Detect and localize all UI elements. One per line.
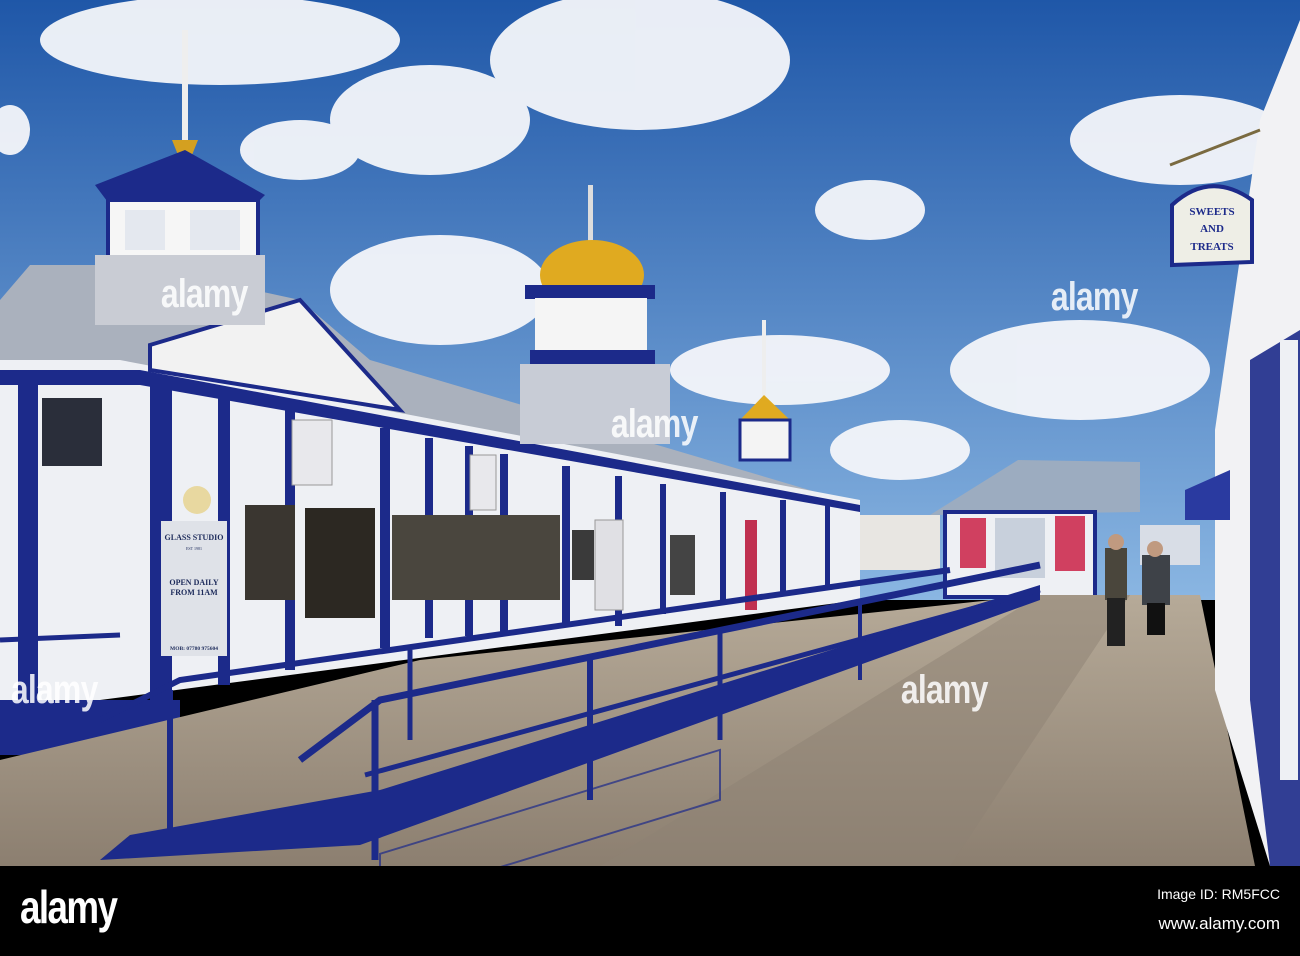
sign-subtitle: EST 1981 [186, 546, 202, 551]
site-url: www.alamy.com [1158, 914, 1280, 933]
watermark: alamy [610, 402, 699, 446]
image-id: Image ID: RM5FCC [1157, 886, 1280, 902]
glass-studio-sign: GLASS STUDIO EST 1981 OPEN DAILY FROM 11… [161, 521, 227, 656]
alamy-logo: alamy [20, 881, 118, 933]
watermark: alamy [10, 668, 99, 712]
photo-frame: GLASS STUDIO EST 1981 OPEN DAILY FROM 11… [0, 0, 1300, 956]
watermark: alamy [900, 668, 989, 712]
sign-line-3: TREATS [1190, 241, 1233, 253]
watermark: alamy [160, 272, 249, 316]
footer-bar: alamy Image ID: RM5FCC www.alamy.com [0, 866, 1300, 956]
watermark: alamy [1050, 275, 1139, 319]
sign-line-2: AND [1200, 223, 1224, 235]
sign-hours-2: FROM 11AM [170, 588, 218, 597]
sign-title: GLASS STUDIO [165, 533, 224, 542]
sign-hours-1: OPEN DAILY [169, 578, 218, 587]
sign-phone: MOB: 07780 975604 [170, 646, 218, 652]
sign-line-1: SWEETS [1189, 206, 1234, 218]
